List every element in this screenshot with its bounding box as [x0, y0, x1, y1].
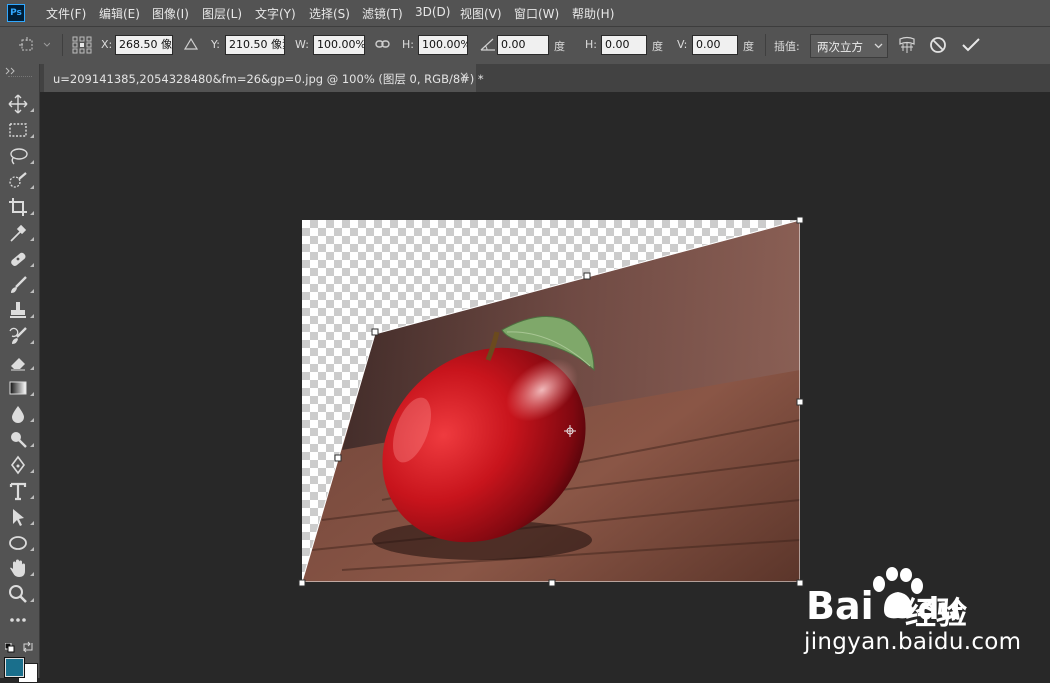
ellipse-tool-icon[interactable] [7, 532, 34, 554]
y-label: Y: [211, 38, 220, 51]
crop-tool-icon[interactable] [7, 196, 34, 218]
height-field[interactable]: 100.00% [418, 35, 468, 55]
interpolation-value: 两次立方 [817, 40, 863, 54]
hand-tool-icon[interactable] [7, 557, 34, 579]
transform-bounding-box [298, 216, 804, 587]
transform-handle[interactable] [796, 579, 804, 587]
brush-tool-icon[interactable] [7, 274, 34, 296]
angle-icon [480, 37, 496, 54]
commit-transform-icon[interactable] [961, 36, 981, 57]
blur-tool-icon[interactable] [7, 403, 34, 425]
more-tools-icon[interactable] [7, 609, 31, 631]
menu-window[interactable]: 窗口(W) [514, 5, 559, 22]
dodge-tool-icon[interactable] [7, 428, 34, 450]
watermark-url: jingyan.baidu.com [804, 629, 1022, 655]
transform-handle[interactable] [298, 579, 306, 587]
relative-position-icon[interactable] [183, 37, 199, 54]
x-position-field[interactable]: 268.50 像素 [115, 35, 173, 55]
options-separator [62, 34, 63, 56]
menu-filter[interactable]: 滤镜(T) [362, 5, 403, 22]
pen-tool-icon[interactable] [7, 454, 34, 476]
menu-help[interactable]: 帮助(H) [572, 5, 614, 22]
quick-selection-tool-icon[interactable] [7, 170, 34, 192]
menu-edit[interactable]: 编辑(E) [99, 5, 140, 22]
y-position-field[interactable]: 210.50 像素 [225, 35, 285, 55]
transform-tool-icon[interactable] [18, 36, 51, 57]
rotate-angle-field[interactable]: 0.00 [497, 35, 549, 55]
menu-view[interactable]: 视图(V) [460, 5, 502, 22]
healing-brush-tool-icon[interactable] [7, 248, 34, 270]
hskew-label: H: [585, 38, 597, 51]
width-label: W: [295, 38, 309, 51]
horizontal-skew-field[interactable]: 0.00 [601, 35, 647, 55]
menu-3d[interactable]: 3D(D) [415, 5, 450, 19]
warp-mode-icon[interactable] [897, 35, 917, 58]
height-label: H: [402, 38, 414, 51]
menu-layer[interactable]: 图层(L) [202, 5, 242, 22]
hskew-unit: 度 [652, 40, 663, 53]
watermark-brand-cn: 经验 [905, 596, 967, 632]
document-tab-title[interactable]: u=209141385,2054328480&fm=26&gp=0.jpg @ … [53, 71, 484, 87]
default-colors-icon[interactable] [4, 642, 15, 656]
vskew-label: V: [677, 38, 688, 51]
reference-point-icon[interactable] [72, 36, 92, 57]
menu-select[interactable]: 选择(S) [309, 5, 350, 22]
foreground-color-swatch[interactable] [5, 658, 24, 677]
gradient-tool-icon[interactable] [7, 377, 34, 399]
path-selection-tool-icon[interactable] [7, 506, 34, 528]
zoom-tool-icon[interactable] [7, 583, 34, 605]
marquee-tool-icon[interactable] [7, 119, 34, 141]
move-tool-icon[interactable] [7, 93, 34, 115]
options-separator [765, 34, 766, 56]
transform-handle[interactable] [583, 272, 591, 280]
lasso-tool-icon[interactable] [7, 145, 34, 167]
vskew-unit: 度 [743, 40, 754, 53]
width-field[interactable]: 100.00% [313, 35, 365, 55]
chevron-down-icon [874, 43, 883, 49]
reference-point-marker[interactable] [564, 425, 576, 437]
panel-grip [8, 76, 32, 79]
link-icon[interactable] [375, 38, 391, 53]
eraser-tool-icon[interactable] [7, 351, 34, 373]
menu-image[interactable]: 图像(I) [152, 5, 189, 22]
close-tab-icon[interactable]: × [459, 69, 469, 83]
transform-handle[interactable] [334, 454, 342, 462]
transform-handle[interactable] [371, 328, 379, 336]
clone-stamp-tool-icon[interactable] [7, 299, 34, 321]
transform-handle[interactable] [548, 579, 556, 587]
transform-handle[interactable] [796, 398, 804, 406]
history-brush-tool-icon[interactable] [7, 325, 34, 347]
x-label: X: [101, 38, 113, 51]
type-tool-icon[interactable] [7, 480, 34, 502]
swap-colors-icon[interactable] [22, 641, 34, 656]
interpolation-label: 插值: [774, 40, 800, 53]
angle-unit: 度 [554, 40, 565, 53]
eyedropper-tool-icon[interactable] [7, 222, 34, 244]
cancel-transform-icon[interactable] [929, 36, 947, 57]
transform-handle[interactable] [796, 216, 804, 224]
menu-file[interactable]: 文件(F) [46, 5, 86, 22]
photoshop-logo-icon: Ps [7, 4, 25, 22]
vertical-skew-field[interactable]: 0.00 [692, 35, 738, 55]
menu-type[interactable]: 文字(Y) [255, 5, 296, 22]
interpolation-select[interactable]: 两次立方 [810, 34, 888, 58]
